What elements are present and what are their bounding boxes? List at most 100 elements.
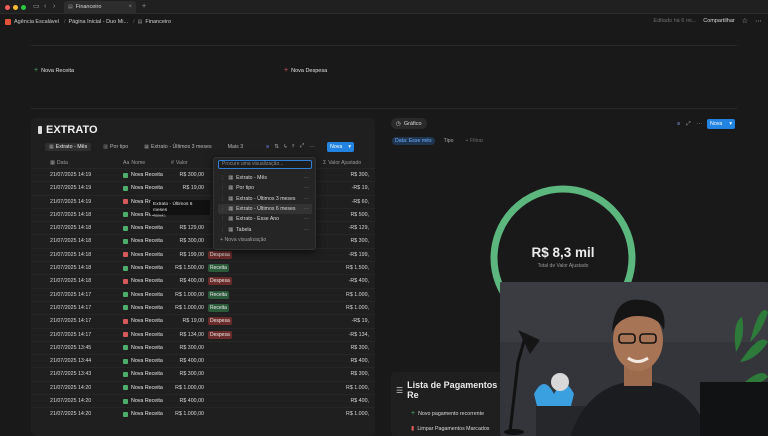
cell-date: 21/07/2025 14:17 (50, 304, 92, 311)
search-icon[interactable]: ⌕ (292, 143, 295, 150)
lightning-icon[interactable]: ϟ (284, 144, 287, 150)
cell-name[interactable]: Nova Receita (123, 252, 163, 258)
share-button[interactable]: Compartilhar (703, 18, 734, 24)
nova-despesa-button[interactable]: + Nova Despesa (284, 67, 327, 74)
more-icon[interactable]: ··· (304, 206, 309, 212)
cell-name[interactable]: Nova Receita (123, 345, 163, 351)
forward-icon[interactable]: › (53, 3, 55, 11)
drag-handle-icon[interactable]: ⋮ (220, 196, 225, 202)
new-tab-button[interactable]: + (142, 3, 146, 11)
drag-handle-icon[interactable]: ⋮ (220, 206, 225, 212)
filter-icon[interactable]: ≡ (266, 144, 269, 150)
table-row[interactable]: 21/07/2025 14:17 Nova Receita R$ 1.000,00 R… (31, 300, 375, 314)
cell-name[interactable]: Nova Receita (123, 411, 163, 417)
settings-icon[interactable]: ⋯ (309, 144, 315, 150)
table-row[interactable]: 21/07/2025 14:18 Nova Receita R$ 129,00 -R$… (31, 221, 375, 234)
cell-name[interactable]: Nova Receita (123, 278, 163, 284)
drag-handle-icon[interactable]: ⋮ (220, 216, 225, 222)
sidebar-toggle-icon[interactable]: ▭ (33, 3, 40, 11)
expand-icon[interactable]: ⤢ (300, 143, 304, 150)
novo-pagamento-button[interactable]: + Novo pagamento recorrente (411, 410, 484, 417)
more-icon[interactable]: ··· (304, 175, 309, 181)
table-row[interactable]: 21/07/2025 14:19 Nova Receita R$ 19,00 -R$ … (31, 181, 375, 194)
grafico-tab[interactable]: ◷ Gráfico (391, 118, 427, 129)
more-icon[interactable]: ··· (304, 216, 309, 222)
close-tab-icon[interactable]: × (128, 4, 132, 10)
table-row[interactable]: 21/07/2025 14:18 Nova Receita R$ 400,00 Des… (31, 274, 375, 287)
back-icon[interactable]: ‹ (44, 3, 46, 11)
table-row[interactable]: 21/07/2025 13:43 Nova Receita R$ 300,00 R$ … (31, 367, 375, 380)
column-header-value[interactable]: # Valor (171, 158, 188, 167)
number-type-icon: # (171, 159, 174, 166)
table-row[interactable]: 21/07/2025 14:18 Nova Receita R$ 199,00 Des… (31, 247, 375, 261)
new-view-button[interactable]: + Nova visualização (220, 237, 266, 243)
expense-icon (123, 318, 128, 324)
grafico-new-button[interactable]: Nova ▾ (707, 119, 735, 129)
filter-type[interactable]: Tipo (441, 137, 457, 145)
drag-handle-icon[interactable]: ⋮ (220, 175, 225, 181)
cell-name[interactable]: Nova Receita (123, 225, 163, 231)
cell-name[interactable]: Nova Receita (123, 265, 163, 271)
table-row[interactable]: 21/07/2025 14:19 Nova Receita R$ 300,00 R$ … (31, 168, 375, 181)
more-icon[interactable]: ··· (304, 227, 309, 233)
table-row[interactable]: 21/07/2025 14:20 Nova Receita R$ 1.000,00 R… (31, 407, 375, 420)
more-icon[interactable]: ⋯ (755, 17, 762, 25)
view-option[interactable]: ⋮ ▦ Extrato - Últimos 3 meses ··· (218, 194, 312, 204)
cell-name[interactable]: Nova Receita (123, 332, 163, 338)
view-option[interactable]: ⋮ ▦ Extrato - Mês ··· (218, 173, 312, 183)
settings-icon[interactable]: ⋯ (697, 121, 703, 128)
browser-tab-financeiro[interactable]: ▤ Financeiro × (64, 1, 136, 13)
close-window-icon[interactable] (5, 5, 10, 10)
tab-more-views[interactable]: Mais 3 (224, 143, 248, 151)
cell-name[interactable]: Nova Receita (123, 318, 163, 324)
breadcrumb-item-agencia[interactable]: Agência Escalável (5, 19, 59, 25)
table-row[interactable]: 21/07/2025 14:20 Nova Receita R$ 1.000,00 R… (31, 380, 375, 394)
view-option[interactable]: ⋮ ▦ Por tipo ··· (218, 183, 312, 193)
filter-date[interactable]: Data: Esse mês (392, 137, 435, 145)
nova-receita-button[interactable]: + Nova Receita (34, 67, 74, 74)
cell-name[interactable]: Nova Receita (123, 398, 163, 404)
tab-por-tipo[interactable]: ▥ Por tipo (99, 143, 132, 151)
column-header-name[interactable]: Aa Nome (123, 158, 145, 167)
drag-handle-icon[interactable]: ⋮ (220, 227, 225, 233)
minimize-window-icon[interactable] (13, 5, 18, 10)
table-row[interactable]: 21/07/2025 13:45 Nova Receita R$ 300,00 R$ … (31, 340, 375, 354)
table-row[interactable]: 21/07/2025 14:18 Nova Receita R$ 300,00 R$ … (31, 234, 375, 247)
cell-name[interactable]: Nova Receita (123, 292, 163, 298)
star-icon[interactable]: ☆ (742, 17, 748, 25)
column-header-adjusted[interactable]: Σ Valor Ajustado (323, 158, 361, 167)
table-row[interactable]: 21/07/2025 14:20 Nova Receita R$ 400,00 R$ … (31, 394, 375, 407)
expand-icon[interactable]: ⤢ (686, 121, 690, 128)
view-search-input[interactable]: Procure uma visualização... (218, 160, 312, 169)
cell-name[interactable]: Nova Receita (123, 238, 163, 244)
add-filter-button[interactable]: + Filtrar (463, 137, 487, 145)
table-row[interactable]: 21/07/2025 13:44 Nova Receita R$ 400,00 R$ … (31, 354, 375, 367)
breadcrumb-item-financeiro[interactable]: / ▤ Financeiro (133, 18, 171, 26)
cell-name[interactable]: Nova Receita (123, 172, 163, 178)
cell-name[interactable]: Nova Receita (123, 385, 163, 391)
breadcrumb-item-pagina-inicial[interactable]: / Página Inicial - Duo Mi... (64, 19, 128, 25)
more-icon[interactable]: ··· (304, 196, 309, 202)
table-row[interactable]: 21/07/2025 14:17 Nova Receita R$ 134,00 Des… (31, 327, 375, 341)
cell-name[interactable]: Nova Re (123, 199, 152, 205)
more-icon[interactable]: ··· (304, 185, 309, 191)
filter-icon[interactable]: ≡ (677, 121, 680, 128)
drag-handle-icon[interactable]: ⋮ (220, 185, 225, 191)
sort-icon[interactable]: ⇅ (274, 144, 279, 150)
table-row[interactable]: 21/07/2025 14:17 Nova Receita R$ 1.000,00 R… (31, 287, 375, 301)
extrato-new-button[interactable]: Nova ▾ (327, 142, 354, 152)
tab-extrato-3-meses[interactable]: ▦ Extrato - Últimos 3 meses (140, 143, 215, 151)
view-option[interactable]: ⋮ ▦ Extrato - Últimos 6 meses ··· (218, 203, 312, 214)
cell-name[interactable]: Nova Receita (123, 305, 163, 311)
view-option[interactable]: ⋮ ▦ Tabela ··· (218, 225, 312, 235)
tab-extrato-mes[interactable]: ▦ Extrato - Mês (45, 143, 92, 151)
cell-name[interactable]: Nova Receita (123, 185, 163, 191)
table-row[interactable]: 21/07/2025 14:17 Nova Receita R$ 19,00 Desp… (31, 314, 375, 327)
view-option[interactable]: ⋮ ▦ Extrato - Esse Ano ··· (218, 214, 312, 224)
limpar-pagamentos-button[interactable]: ▮ Limpar Pagamentos Marcados (411, 425, 489, 433)
maximize-window-icon[interactable] (21, 5, 26, 10)
column-header-date[interactable]: ▦ Data (50, 158, 68, 167)
cell-name[interactable]: Nova Receita (123, 358, 163, 364)
cell-name[interactable]: Nova Receita (123, 371, 163, 377)
table-row[interactable]: 21/07/2025 14:18 Nova Receita R$ 1.500,00 R… (31, 261, 375, 274)
